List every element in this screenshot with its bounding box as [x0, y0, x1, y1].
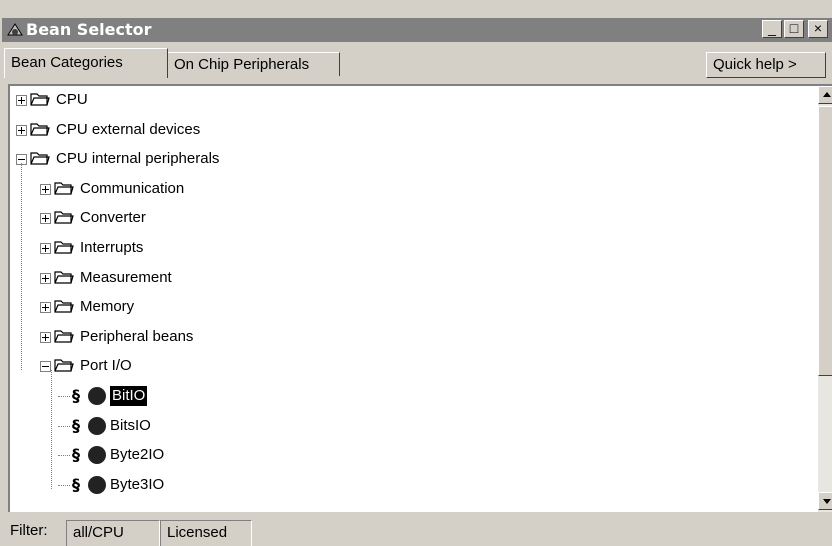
collapse-icon[interactable] — [40, 361, 51, 373]
tree-item[interactable]: § Byte2IO — [10, 441, 810, 469]
folder-icon — [54, 270, 74, 284]
quick-help-button[interactable]: Quick help > — [706, 52, 826, 78]
folder-icon — [54, 241, 74, 254]
expand-icon[interactable] — [40, 331, 51, 343]
window-title: Bean Selector — [26, 20, 152, 39]
scroll-thumb[interactable] — [818, 106, 832, 376]
folder-icon — [54, 211, 74, 224]
tree-item[interactable]: CPU — [10, 86, 810, 114]
tree-item[interactable]: CPU external devices — [10, 116, 810, 144]
bean-tree-panel: CPU CPU external devices CPU internal peri… — [8, 84, 832, 512]
bean-section-icon: § — [72, 474, 80, 494]
tree-item-label: CPU internal peripherals — [56, 150, 220, 168]
folder-icon — [30, 93, 50, 106]
tree-item-label: CPU — [56, 91, 88, 108]
folder-icon — [54, 182, 74, 195]
status-bar: Filter: all/CPU Licensed — [0, 518, 832, 546]
bean-icon — [88, 416, 106, 435]
tree-item[interactable]: Measurement — [10, 264, 810, 292]
bean-section-icon: § — [72, 415, 80, 435]
scroll-up-button[interactable] — [818, 86, 832, 104]
tree-item[interactable]: Communication — [10, 175, 810, 203]
bean-selector-icon — [7, 23, 23, 36]
tree-item[interactable]: Converter — [10, 204, 810, 232]
bean-label: Byte2IO — [110, 446, 165, 464]
folder-icon — [54, 330, 74, 343]
tree-item-label: Interrupts — [80, 239, 144, 256]
minimize-button[interactable]: _ — [762, 20, 782, 38]
tree-item[interactable]: Interrupts — [10, 234, 810, 262]
bean-label: BitsIO — [110, 416, 151, 434]
expand-icon[interactable] — [40, 213, 51, 225]
maximize-button[interactable]: □ — [784, 20, 804, 38]
tree-item[interactable]: § BitIO — [10, 382, 810, 410]
tree-item-label: Converter — [80, 209, 146, 227]
folder-icon — [30, 152, 50, 165]
tree-item-label: Memory — [80, 298, 135, 316]
bean-section-icon: § — [72, 445, 80, 465]
arrow-down-icon — [823, 499, 831, 504]
arrow-up-icon — [823, 92, 831, 97]
bean-icon — [88, 387, 106, 405]
folder-icon — [30, 122, 50, 136]
bean-icon — [88, 475, 106, 494]
folder-icon — [54, 359, 74, 372]
tree-connector — [51, 370, 52, 489]
folder-icon — [54, 300, 74, 313]
expand-icon[interactable] — [16, 95, 27, 106]
expand-icon[interactable] — [16, 124, 27, 136]
expand-icon[interactable] — [40, 272, 51, 284]
tree-connector — [58, 484, 70, 486]
tree-connector — [21, 163, 22, 371]
tree-item-label: Measurement — [80, 268, 172, 286]
filter-label: Filter: — [10, 522, 48, 539]
tree-item-label: Peripheral beans — [80, 327, 194, 345]
bean-tree[interactable]: CPU CPU external devices CPU internal peri… — [10, 86, 810, 512]
tree-item[interactable]: Memory — [10, 293, 810, 321]
expand-icon[interactable] — [40, 243, 51, 254]
bean-label: BitIO — [110, 386, 148, 406]
expand-icon[interactable] — [40, 183, 51, 195]
close-button[interactable]: × — [808, 20, 828, 38]
tree-item[interactable]: Peripheral beans — [10, 323, 810, 351]
tab-on-chip-peripherals[interactable]: On Chip Peripherals — [168, 52, 340, 76]
scroll-down-button[interactable] — [818, 492, 832, 510]
bean-icon — [88, 446, 106, 465]
tab-bean-categories[interactable]: Bean Categories — [4, 48, 168, 78]
tree-item[interactable]: Port I/O — [10, 352, 810, 380]
tree-item[interactable]: CPU internal peripherals — [10, 145, 810, 173]
tree-connector — [58, 425, 70, 427]
filter-value-button[interactable]: all/CPU — [66, 520, 160, 546]
vertical-scrollbar[interactable] — [818, 86, 832, 512]
tree-connector — [58, 455, 70, 457]
tree-item[interactable]: § Byte3IO — [10, 471, 810, 499]
expand-icon[interactable] — [40, 302, 51, 314]
bean-selector-window: Bean Selector _ □ × Bean Categories On C… — [0, 0, 832, 546]
bean-section-icon: § — [72, 386, 80, 405]
tree-item[interactable]: § BitsIO — [10, 412, 810, 440]
tree-item-label: Port I/O — [80, 357, 132, 375]
tree-connector — [58, 396, 70, 397]
tree-item-label: Communication — [80, 179, 185, 197]
bean-label: Byte3IO — [110, 475, 165, 493]
license-filter-button[interactable]: Licensed — [160, 520, 252, 546]
title-bar[interactable]: Bean Selector _ □ × — [2, 18, 832, 42]
tree-item-label: CPU external devices — [56, 120, 201, 138]
